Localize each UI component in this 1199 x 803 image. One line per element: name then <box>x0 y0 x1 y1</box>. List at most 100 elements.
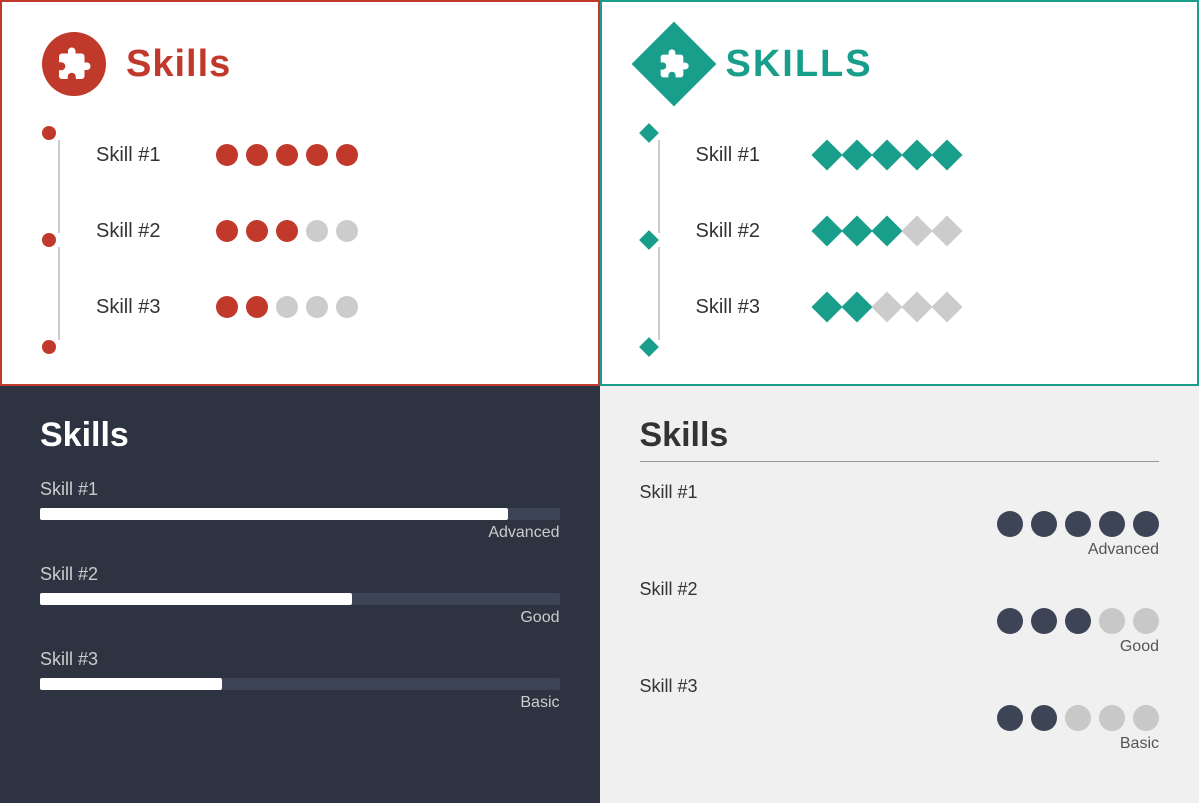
teal-skill-row-3: Skill #3 <box>696 296 1158 319</box>
teal-skill-row-2: Skill #2 <box>696 220 1158 243</box>
skill-dots-3 <box>216 296 358 318</box>
br-level-2: Good <box>640 638 1160 656</box>
vline <box>658 140 660 233</box>
dot <box>216 220 238 242</box>
panel-header: SKILLS <box>642 32 1158 96</box>
skill-row-2: Skill #2 <box>96 220 558 243</box>
bar-fill-2 <box>40 593 352 605</box>
bar-skill-name-3: Skill #3 <box>40 649 560 670</box>
diamond <box>841 215 872 246</box>
panel-title-teal: SKILLS <box>726 43 873 86</box>
vline <box>658 247 660 340</box>
divider <box>640 461 1160 462</box>
teal-skill-name-1: Skill #1 <box>696 144 796 167</box>
bar-track-2 <box>40 593 560 605</box>
dot <box>246 144 268 166</box>
bar-level-1: Advanced <box>40 524 560 542</box>
dot <box>276 296 298 318</box>
teal-dot-1 <box>639 123 659 143</box>
diamond <box>811 139 842 170</box>
bar-skill-name-1: Skill #1 <box>40 479 560 500</box>
br-dots-3 <box>640 705 1160 731</box>
panel-top-left: Skills Skill #1 Skill # <box>0 0 600 386</box>
diamond <box>871 139 902 170</box>
timeline-dot-2 <box>42 233 56 247</box>
dark-dot <box>1099 705 1125 731</box>
teal-skill-row-1: Skill #1 <box>696 144 1158 167</box>
bar-fill-3 <box>40 678 222 690</box>
br-level-3: Basic <box>640 735 1160 753</box>
panel-top-right: SKILLS Skill #1 Skill # <box>600 0 1199 386</box>
skill-row-1: Skill #1 <box>96 144 558 167</box>
dark-dot <box>1133 705 1159 731</box>
skill-name-1: Skill #1 <box>96 144 196 167</box>
dark-dot <box>1065 511 1091 537</box>
teal-dot-2 <box>639 230 659 250</box>
diamond <box>931 291 962 322</box>
teal-skill-dots-1 <box>816 144 958 166</box>
dark-dot <box>1099 608 1125 634</box>
teal-skill-dots-3 <box>816 296 958 318</box>
diamond <box>811 215 842 246</box>
dark-dot <box>1133 608 1159 634</box>
bar-track-1 <box>40 508 560 520</box>
panel-bottom-right: Skills Skill #1 Advanced Skill #2 Good S… <box>600 386 1199 803</box>
timeline-col <box>42 126 76 354</box>
teal-skill-dots-2 <box>816 220 958 242</box>
br-dots-2 <box>640 608 1160 634</box>
panel-bottom-left: Skills Skill #1 Advanced Skill #2 Good S… <box>0 386 600 803</box>
bar-level-3: Basic <box>40 694 560 712</box>
bar-level-2: Good <box>40 609 560 627</box>
dot <box>306 220 328 242</box>
dot <box>276 144 298 166</box>
skills-list-teal: Skill #1 Skill #2 <box>696 126 1158 354</box>
bar-fill-1 <box>40 508 508 520</box>
br-dots-1 <box>640 511 1160 537</box>
skills-content: Skill #1 Skill #2 <box>642 126 1158 354</box>
timeline-col-teal <box>642 126 676 354</box>
vline <box>58 247 60 340</box>
panel-title-light: Skills <box>640 416 1160 455</box>
bar-skill-group-2: Skill #2 Good <box>40 564 560 627</box>
timeline-dot-1 <box>42 126 56 140</box>
vline <box>58 140 60 233</box>
diamond <box>901 139 932 170</box>
dot <box>216 144 238 166</box>
skill-name-2: Skill #2 <box>96 220 196 243</box>
diamond <box>871 215 902 246</box>
skills-icon-inner <box>658 48 690 80</box>
diamond <box>931 215 962 246</box>
diamond <box>871 291 902 322</box>
teal-skill-name-3: Skill #3 <box>696 296 796 319</box>
dot <box>336 220 358 242</box>
bar-skill-group-1: Skill #1 Advanced <box>40 479 560 542</box>
panel-title-dark: Skills <box>40 416 560 455</box>
dark-dot <box>997 608 1023 634</box>
skills-list: Skill #1 Skill #2 <box>96 126 558 354</box>
skill-name-3: Skill #3 <box>96 296 196 319</box>
panel-title: Skills <box>126 43 231 86</box>
skills-icon <box>42 32 106 96</box>
dark-dot <box>997 705 1023 731</box>
dot <box>306 144 328 166</box>
br-skill-name-2: Skill #2 <box>640 579 1160 600</box>
bar-skill-group-3: Skill #3 Basic <box>40 649 560 712</box>
dot <box>216 296 238 318</box>
dark-dot <box>1133 511 1159 537</box>
teal-diamond-icon-wrapper <box>642 32 706 96</box>
teal-dot-3 <box>639 337 659 357</box>
dark-dot <box>1065 608 1091 634</box>
dark-dot <box>1065 705 1091 731</box>
dot <box>276 220 298 242</box>
bar-skill-name-2: Skill #2 <box>40 564 560 585</box>
dark-dot <box>1099 511 1125 537</box>
skill-dots-1 <box>216 144 358 166</box>
skill-row-3: Skill #3 <box>96 296 558 319</box>
skills-icon-teal <box>631 22 716 107</box>
panel-header: Skills <box>42 32 558 96</box>
br-skill-group-2: Skill #2 Good <box>640 579 1160 656</box>
br-level-1: Advanced <box>640 541 1160 559</box>
diamond <box>931 139 962 170</box>
br-skill-group-3: Skill #3 Basic <box>640 676 1160 753</box>
timeline-dot-3 <box>42 340 56 354</box>
